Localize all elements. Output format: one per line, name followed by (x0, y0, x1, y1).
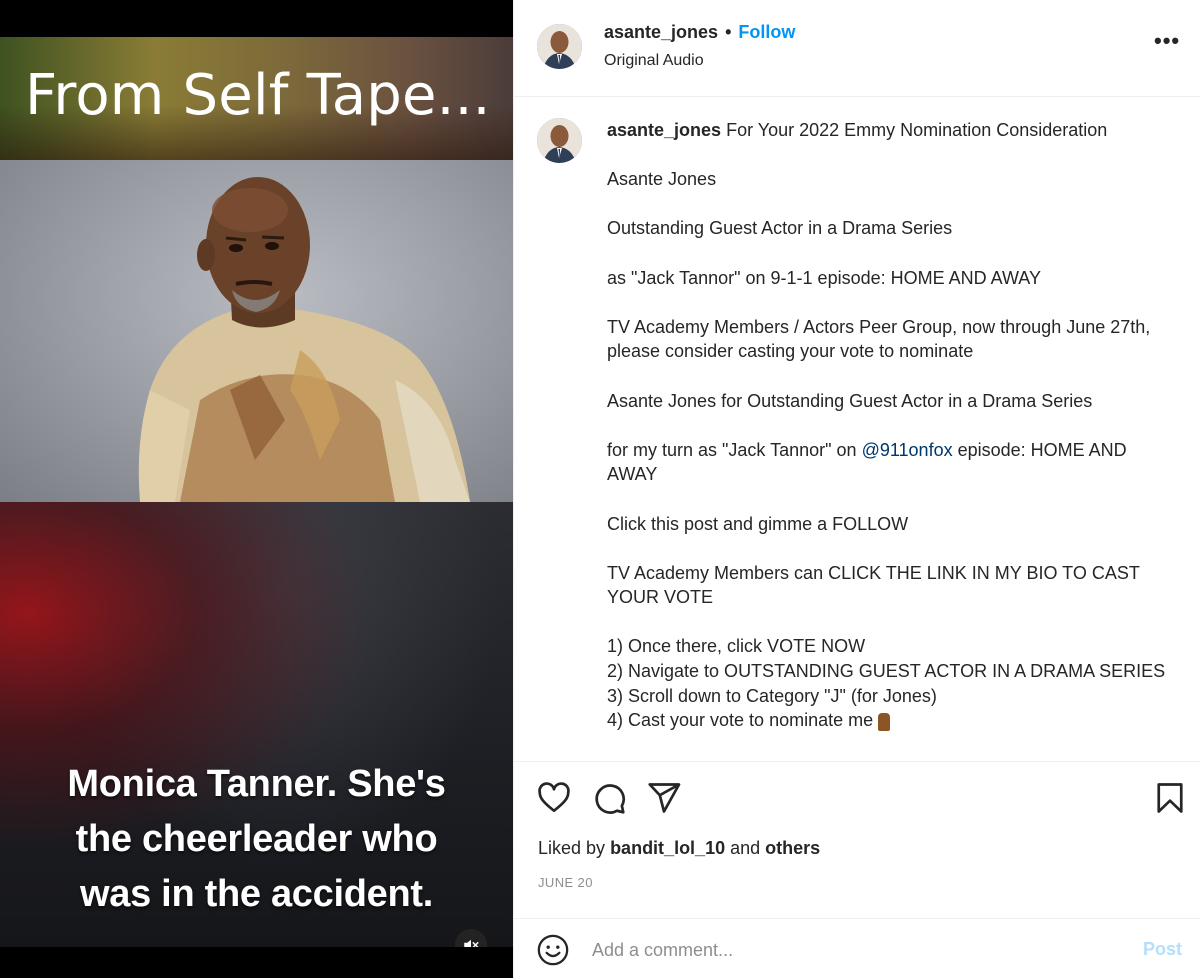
comments-scroll-area[interactable]: asante_jones For Your 2022 Emmy Nominati… (514, 98, 1200, 762)
add-comment-bar: Post (514, 918, 1200, 978)
caption-paragraph: Click this post and gimme a FOLLOW (607, 513, 909, 534)
comment-icon (595, 784, 626, 814)
smiley-icon (537, 934, 569, 966)
caption-username[interactable]: asante_jones (607, 120, 721, 140)
avatar[interactable] (537, 24, 582, 69)
emoji-button[interactable] (536, 933, 570, 967)
post-comment-button[interactable]: Post (1143, 939, 1182, 960)
bookmark-icon (1157, 783, 1183, 813)
caption-avatar[interactable] (537, 118, 582, 163)
caption-step: 4) Cast your vote to nominate me (607, 710, 874, 731)
actor-photo (0, 160, 513, 502)
mention-link[interactable]: @911onfox (862, 440, 953, 460)
save-button[interactable] (1152, 780, 1192, 820)
post-date[interactable]: JUNE 20 (538, 875, 593, 890)
header-user-row: asante_jones • Follow (604, 22, 795, 43)
caption-paragraph: Asante Jones for Outstanding Guest Actor… (607, 390, 1093, 411)
caption-paragraph: Outstanding Guest Actor in a Drama Serie… (607, 218, 953, 239)
action-bar (514, 780, 1200, 820)
share-icon (648, 783, 681, 813)
caption-step: 1) Once there, click VOTE NOW (607, 636, 866, 657)
more-icon: ••• (1154, 28, 1181, 53)
video-panel[interactable]: From Self Tape... Monica Tanner. She's t… (0, 0, 513, 978)
caption-text: for my turn as "Jack Tannor" on (607, 439, 857, 460)
heart-icon (538, 782, 570, 813)
video-frame[interactable]: From Self Tape... Monica Tanner. She's t… (0, 37, 513, 947)
comment-button[interactable] (591, 780, 631, 820)
caption-paragraph: TV Academy Members / Actors Peer Group, … (607, 316, 1151, 362)
like-button[interactable] (536, 780, 576, 820)
follow-button[interactable]: Follow (738, 22, 795, 43)
caption-step: 2) Navigate to OUTSTANDING GUEST ACTOR I… (607, 661, 1166, 682)
subtitle-line: Monica Tanner. She's (67, 763, 446, 805)
caption-step-row: 4) Cast your vote to nominate me (607, 708, 1177, 733)
likes-summary: Liked by bandit_lol_10 and others (538, 838, 820, 859)
avatar-image (537, 118, 582, 163)
caption-paragraph: for my turn as "Jack Tannor" on @911onfo… (607, 438, 1177, 487)
caption-step: 3) Scroll down to Category "J" (for Jone… (607, 685, 937, 706)
video-subtitle: Monica Tanner. She's the cheerleader who… (0, 757, 513, 922)
likes-middle: and (730, 838, 761, 858)
caption-paragraph: as "Jack Tannor" on 9-1-1 episode: HOME … (607, 267, 1041, 288)
speaker-muted-icon (464, 939, 479, 947)
post-caption: asante_jones For Your 2022 Emmy Nominati… (607, 118, 1177, 733)
caption-paragraph: Asante Jones (607, 169, 717, 190)
likes-others-link[interactable]: others (765, 838, 820, 858)
username-link[interactable]: asante_jones (604, 22, 718, 43)
caption-text: For Your 2022 Emmy Nomination Considerat… (726, 120, 1108, 140)
caption-paragraph: TV Academy Members can CLICK THE LINK IN… (607, 562, 1140, 608)
likes-prefix: Liked by (538, 838, 606, 858)
more-options-button[interactable]: ••• (1154, 30, 1180, 52)
actor-figure (138, 177, 470, 502)
avatar-image (537, 24, 582, 69)
post-side-panel: asante_jones • Follow Original Audio •••… (513, 0, 1200, 978)
pointing-hand-icon (878, 712, 891, 731)
caption-first-line: asante_jones For Your 2022 Emmy Nominati… (607, 118, 1177, 143)
separator-dot: • (725, 22, 732, 42)
post-header: asante_jones • Follow Original Audio ••• (514, 0, 1200, 97)
video-title-overlay: From Self Tape... (25, 63, 491, 128)
subtitle-line: was in the accident. (80, 873, 433, 915)
audio-link[interactable]: Original Audio (604, 52, 704, 70)
liked-by-user-link[interactable]: bandit_lol_10 (610, 838, 725, 858)
subtitle-line: the cheerleader who (75, 818, 438, 860)
share-button[interactable] (646, 780, 686, 820)
comment-input[interactable] (592, 935, 1112, 965)
